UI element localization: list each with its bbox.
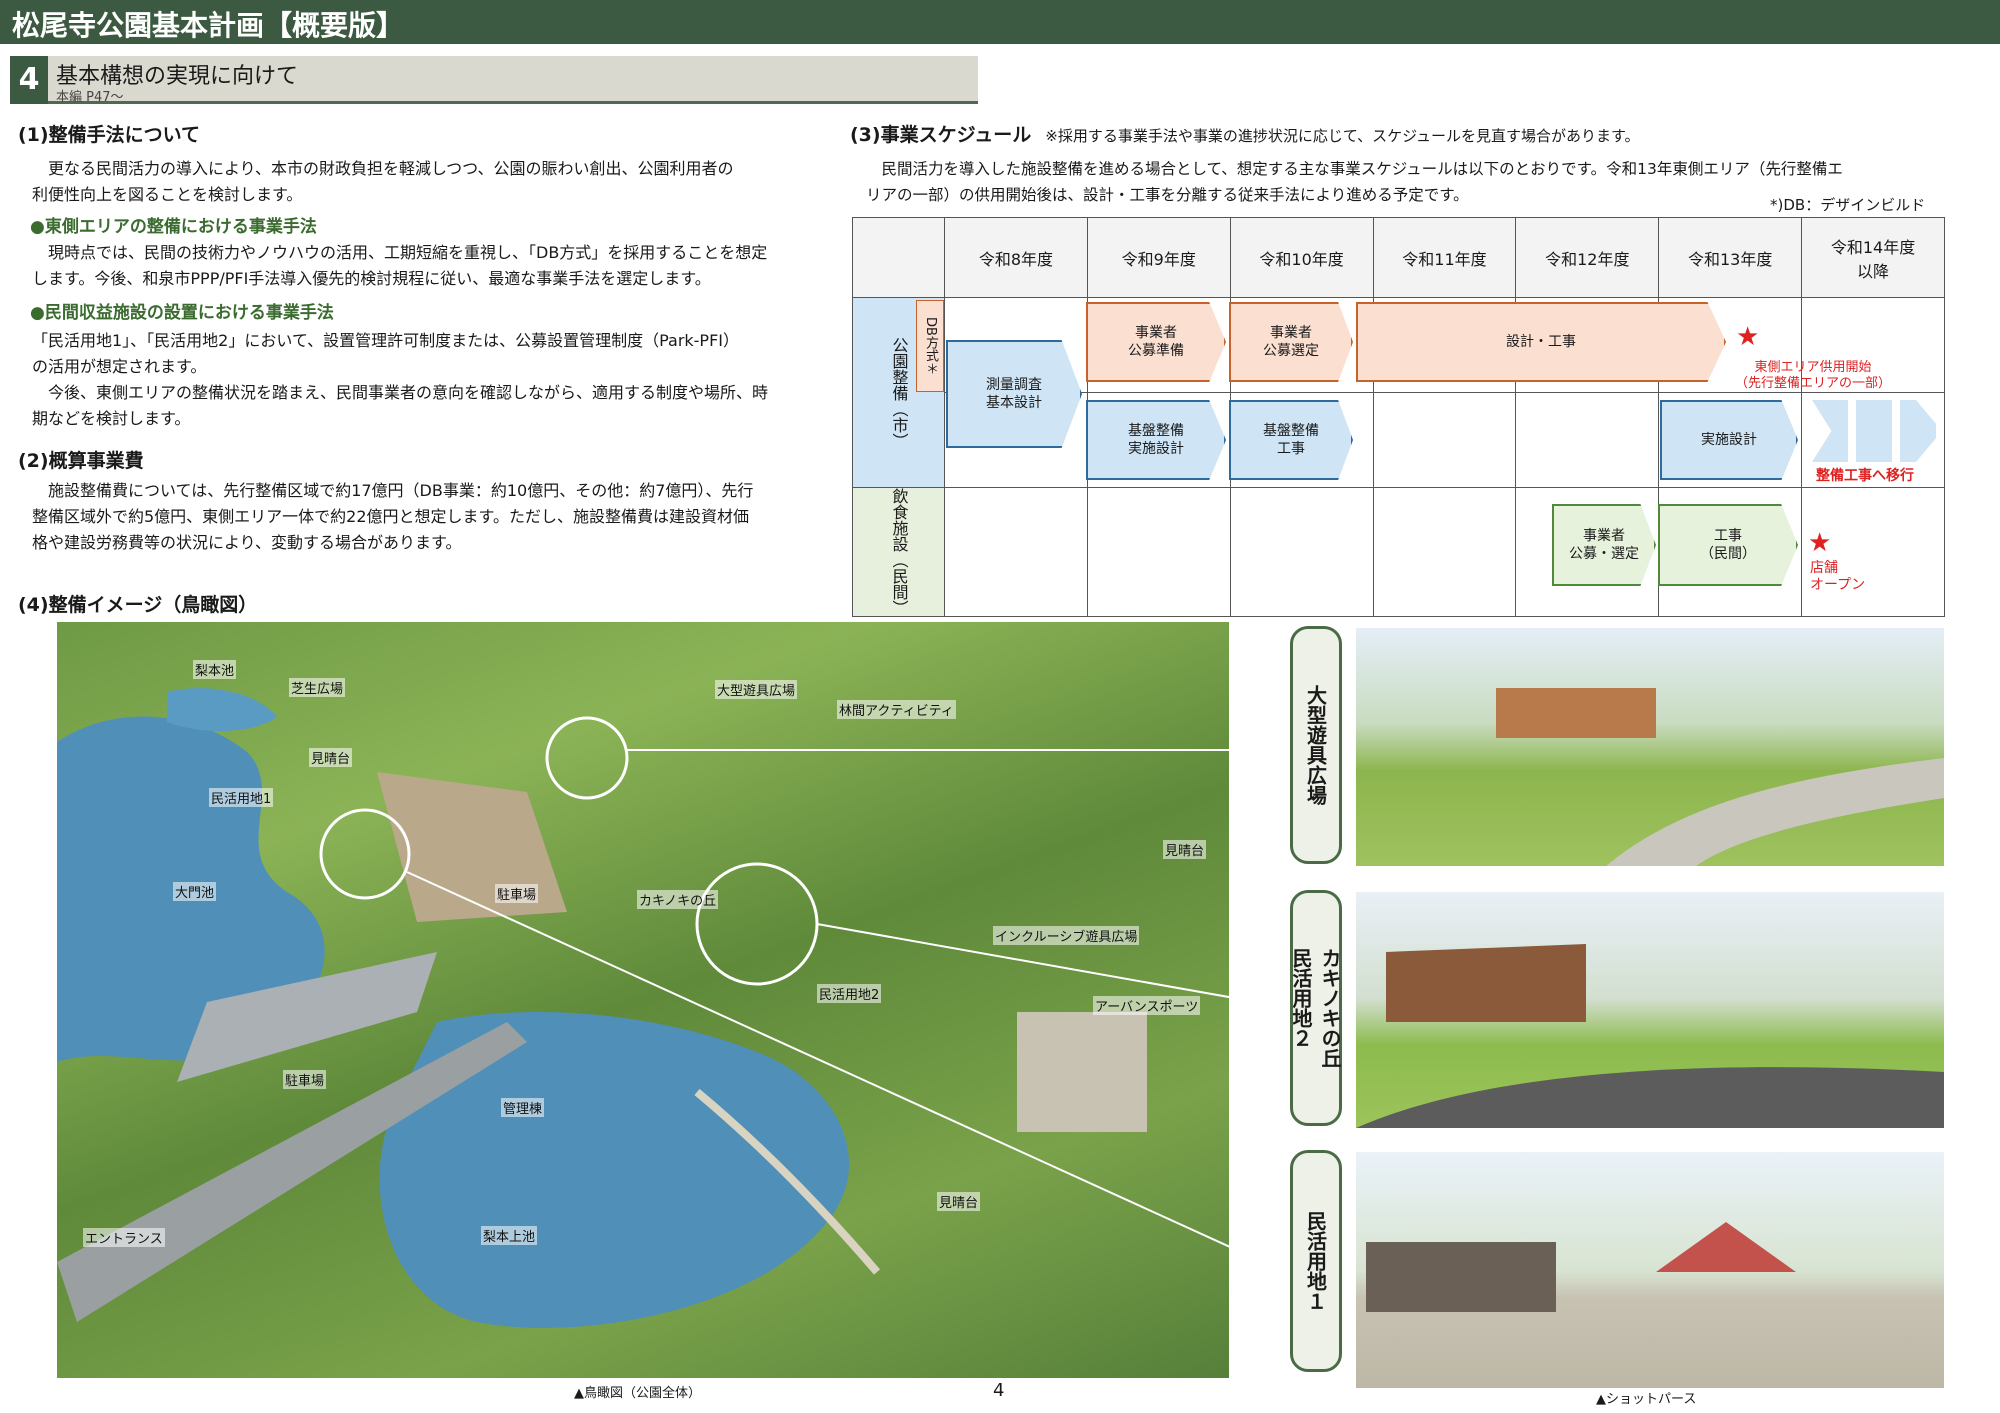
- page-number: 4: [993, 1380, 1005, 1401]
- map-label: 芝生広場: [289, 678, 346, 697]
- bar-select: 事業者 公募選定: [1229, 302, 1353, 382]
- row-restaurant: 飲食施設（民間）: [852, 487, 945, 617]
- s2-heading: (2)概算事業費: [18, 450, 144, 472]
- map-label: 見晴台: [1163, 840, 1207, 859]
- s1-p1b: 利便性向上を図ることを検討します。: [32, 185, 303, 204]
- bar-food-recruit: 事業者 公募・選定: [1552, 504, 1656, 586]
- s1-p3c: 今後、東側エリアの整備状況を踏まえ、民間事業者の意向を確認しながら、適用する制度…: [32, 383, 769, 402]
- continue-arrows: [1812, 400, 1942, 462]
- section-header: 4 基本構想の実現に向けて 本編 P47～: [10, 56, 978, 105]
- bar-recruit-prep: 事業者 公募準備: [1086, 302, 1226, 382]
- year-col: 令和9年度: [1086, 217, 1231, 298]
- s1-private-heading: ●民間収益施設の設置における事業手法: [30, 303, 334, 323]
- map-label: 管理棟: [501, 1098, 545, 1117]
- shot-caption: ▲ショットパース: [1596, 1392, 1697, 1407]
- section-reference: 本編 P47～: [56, 90, 124, 105]
- year-col: 令和13年度: [1658, 217, 1803, 298]
- s1-p1a: 更なる民間活力の導入により、本市の財政負担を軽減しつつ、公園の賑わい創出、公園利…: [32, 159, 734, 178]
- schedule-corner: [852, 217, 945, 298]
- map-label: 見晴台: [309, 748, 353, 767]
- bar-base-work: 基盤整備 工事: [1229, 400, 1353, 480]
- year-col: 令和14年度 以降: [1801, 217, 1945, 298]
- map-caption: ▲鳥瞰図（公園全体）: [574, 1386, 701, 1401]
- map-label: 駐車場: [495, 884, 539, 903]
- map-label: エントランス: [83, 1228, 165, 1247]
- s1-p3d: 期などを検討します。: [32, 409, 191, 428]
- s4-heading: (4)整備イメージ（鳥瞰図）: [18, 594, 258, 616]
- bar-design-build: 設計・工事: [1356, 302, 1726, 382]
- bar-base-design: 基盤整備 実施設計: [1086, 400, 1226, 480]
- s2-p2: 整備区域外で約5億円、東側エリア一体で約22億円と想定します。ただし、施設整備費…: [32, 507, 749, 526]
- s1-p2a: 現時点では、民間の技術力やノウハウの活用、工期短縮を重視し、「DB方式」を採用す…: [32, 243, 768, 262]
- db-method-label: DB方式＊: [916, 300, 944, 392]
- map-label: 民活用地1: [209, 788, 274, 807]
- map-label: 梨本池: [193, 660, 237, 679]
- bar-food-work: 工事 （民間）: [1658, 504, 1798, 586]
- section-number: 4: [10, 56, 48, 104]
- s3-p2: リアの一部）の供用開始後は、設計・工事を分離する従来手法により進める予定です。: [866, 186, 1469, 204]
- s1-p3b: の活用が想定されます。: [32, 357, 207, 376]
- map-label: 大門池: [173, 882, 217, 901]
- star-icon: ★: [1736, 322, 1760, 352]
- document-title: 松尾寺公園基本計画【概要版】: [12, 9, 405, 42]
- s1-east-heading: ●東側エリアの整備における事業手法: [30, 217, 317, 237]
- shop-open-note: 店舗 オープン: [1810, 560, 1866, 593]
- db-note: *)DB：デザインビルド: [1770, 196, 1926, 214]
- s3-note: ※採用する事業手法や事業の進捗状況に応じて、スケジュールを見直す場合があります。: [1045, 127, 1640, 145]
- map-label: インクルーシブ遊具広場: [993, 926, 1140, 945]
- year-col: 令和10年度: [1229, 217, 1374, 298]
- tab-private-land-1: 民活用地１: [1290, 1150, 1342, 1372]
- s1-heading: (1)整備手法について: [18, 124, 201, 146]
- map-label: カキノキの丘: [637, 890, 719, 909]
- s1-p3a: 「民活用地1」、「民活用地2」において、設置管理許可制度または、公募設置管理制度…: [32, 331, 740, 350]
- birds-eye-map: 梨本池 芝生広場 大型遊具広場 林間アクティビティ 見晴台 民活用地1 大門池 …: [57, 622, 1229, 1378]
- s3-heading: (3)事業スケジュール ※採用する事業手法や事業の進捗状況に応じて、スケジュールを…: [850, 124, 1640, 146]
- tab-kakinoki-hill: カキノキの丘 民活用地２: [1289, 890, 1342, 1126]
- kakinoki-illustration: [1356, 892, 1944, 1128]
- s2-p3: 格や建設労務費等の状況により、変動する場合があります。: [32, 533, 462, 552]
- map-label: 大型遊具広場: [715, 680, 798, 699]
- bar-survey: 測量調査 基本設計: [946, 340, 1082, 448]
- transition-note: 整備工事へ移行: [1816, 468, 1914, 484]
- private-land-illustration: [1356, 1152, 1944, 1388]
- star-icon: ★: [1808, 528, 1832, 558]
- bar-impl-design: 実施設計: [1660, 400, 1798, 480]
- map-label: アーバンスポーツ: [1093, 996, 1201, 1015]
- s2-p1: 施設整備費については、先行整備区域で約17億円（DB事業：約10億円、その他：約…: [32, 481, 754, 500]
- map-label: 林間アクティビティ: [837, 700, 956, 719]
- year-col: 令和12年度: [1515, 217, 1660, 298]
- map-label: 梨本上池: [481, 1226, 538, 1245]
- tab-large-playground: 大型遊具広場: [1290, 626, 1342, 864]
- map-label: 駐車場: [283, 1070, 327, 1089]
- east-area-open-note: 東側エリア供用開始 （先行整備エリアの一部）: [1735, 360, 1892, 391]
- year-col: 令和11年度: [1372, 217, 1517, 298]
- s3-p1: 民間活力を導入した施設整備を進める場合として、想定する主な事業スケジュールは以下…: [866, 160, 1843, 178]
- playground-illustration: [1356, 628, 1944, 866]
- year-col: 令和8年度: [944, 217, 1088, 298]
- s1-p2b: します。今後、和泉市PPP/PFI手法導入優先的検討規程に従い、最適な事業手法を…: [32, 269, 711, 288]
- map-label: 民活用地2: [817, 984, 882, 1003]
- map-label: 見晴台: [937, 1192, 981, 1211]
- document-title-bar: 松尾寺公園基本計画【概要版】: [0, 0, 2000, 44]
